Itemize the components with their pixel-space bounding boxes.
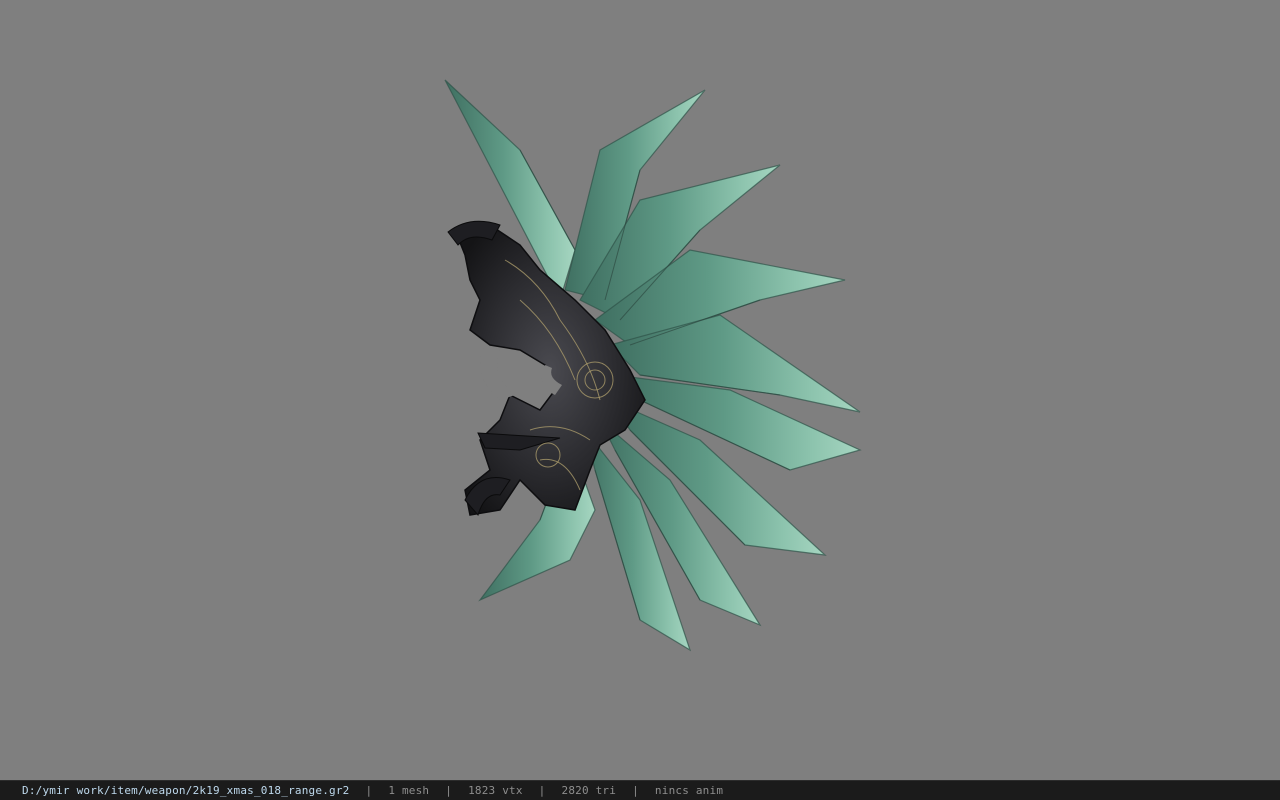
separator: |	[365, 784, 373, 797]
weapon-model-icon[interactable]	[0, 0, 1280, 780]
mesh-count: 1 mesh	[388, 784, 430, 797]
file-path: D:/ymir work/item/weapon/2k19_xmas_018_r…	[22, 784, 350, 797]
triangle-count: 2820 tri	[561, 784, 617, 797]
status-bar: D:/ymir work/item/weapon/2k19_xmas_018_r…	[0, 780, 1280, 800]
separator: |	[632, 784, 639, 797]
model-viewport[interactable]	[0, 0, 1280, 780]
vertex-count: 1823 vtx	[468, 784, 523, 797]
separator: |	[445, 784, 453, 797]
blade-group	[444, 79, 862, 652]
separator: |	[538, 784, 546, 797]
anim-status: nincs anim	[654, 784, 724, 797]
